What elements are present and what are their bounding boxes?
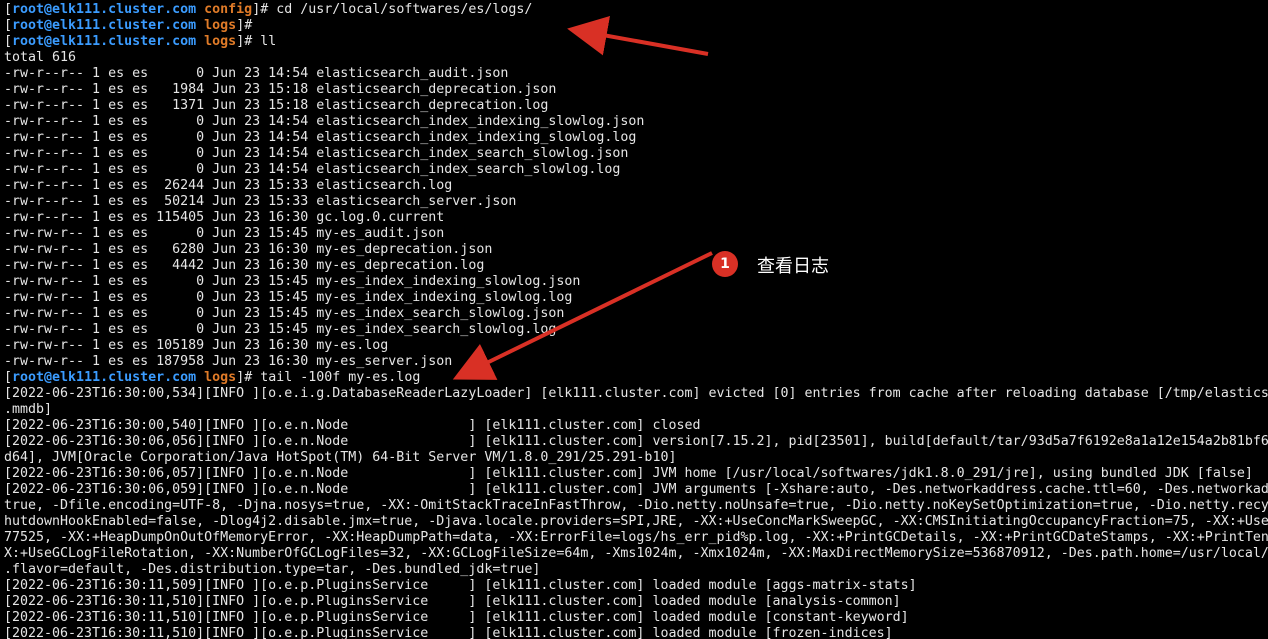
output-line: -rw-rw-r-- 1 es es 187958 Jun 23 16:30 m… (4, 354, 453, 369)
output-line: -rw-rw-r-- 1 es es 0 Jun 23 15:45 my-es_… (4, 322, 557, 337)
prompt-bracket: [ (4, 34, 13, 49)
output-line: total 616 (4, 50, 77, 65)
command-text: cd /usr/local/softwares/es/logs/ (276, 2, 533, 17)
prompt-end: ]# (236, 370, 261, 385)
command-text: tail -100f my-es.log (260, 370, 421, 385)
prompt-bracket: [ (4, 370, 13, 385)
output-line: -rw-r--r-- 1 es es 0 Jun 23 14:54 elasti… (4, 130, 637, 145)
prompt-user: root@elk111.cluster.com (12, 370, 197, 385)
prompt-end: ]# (236, 18, 261, 33)
prompt-dir: logs (204, 18, 237, 33)
output-line: -rw-r--r-- 1 es es 0 Jun 23 14:54 elasti… (4, 162, 621, 177)
output-line: -rw-r--r-- 1 es es 0 Jun 23 14:54 elasti… (4, 66, 509, 81)
prompt-bracket: [ (4, 18, 13, 33)
output-line: -rw-r--r-- 1 es es 26244 Jun 23 15:33 el… (4, 178, 453, 193)
prompt-line: [root@elk111.cluster.com logs]# ll (4, 34, 1268, 50)
command-text: ll (260, 34, 277, 49)
prompt-user: root@elk111.cluster.com (12, 2, 197, 17)
prompt-dir: config (204, 2, 253, 17)
terminal-output[interactable]: [root@elk111.cluster.com config]# cd /us… (4, 2, 1268, 639)
output-line: true, -Dfile.encoding=UTF-8, -Djna.nosys… (4, 498, 1268, 513)
output-line: -rw-rw-r-- 1 es es 0 Jun 23 15:45 my-es_… (4, 226, 445, 241)
output-line: -rw-rw-r-- 1 es es 0 Jun 23 15:45 my-es_… (4, 306, 565, 321)
output-line: -rw-rw-r-- 1 es es 6280 Jun 23 16:30 my-… (4, 242, 493, 257)
output-line: [2022-06-23T16:30:06,059][INFO ][o.e.n.N… (4, 482, 1268, 497)
output-line: d64], JVM[Oracle Corporation/Java HotSpo… (4, 450, 677, 465)
output-line: -rw-r--r-- 1 es es 0 Jun 23 14:54 elasti… (4, 146, 629, 161)
prompt-end: ]# (252, 2, 277, 17)
output-line: .mmdb] (4, 402, 53, 417)
output-line: -rw-r--r-- 1 es es 1984 Jun 23 15:18 ela… (4, 82, 557, 97)
annotation-label: 查看日志 (757, 256, 829, 277)
output-line: [2022-06-23T16:30:00,540][INFO ][o.e.n.N… (4, 418, 701, 433)
output-line: [2022-06-23T16:30:00,534][INFO ][o.e.i.g… (4, 386, 1268, 401)
output-line: 77525, -XX:+HeapDumpOnOutOfMemoryError, … (4, 530, 1268, 545)
output-line: [2022-06-23T16:30:11,510][INFO ][o.e.p.P… (4, 610, 909, 625)
output-line: -rw-r--r-- 1 es es 1371 Jun 23 15:18 ela… (4, 98, 549, 113)
prompt-line: [root@elk111.cluster.com logs]# tail -10… (4, 370, 1268, 386)
output-line: [2022-06-23T16:30:11,510][INFO ][o.e.p.P… (4, 594, 901, 609)
prompt-user: root@elk111.cluster.com (12, 34, 197, 49)
output-line: -rw-r--r-- 1 es es 0 Jun 23 14:54 elasti… (4, 114, 645, 129)
output-line: [2022-06-23T16:30:11,509][INFO ][o.e.p.P… (4, 578, 917, 593)
prompt-dir: logs (204, 34, 237, 49)
output-line: -rw-r--r-- 1 es es 50214 Jun 23 15:33 el… (4, 194, 517, 209)
output-line: [2022-06-23T16:30:06,056][INFO ][o.e.n.N… (4, 434, 1268, 449)
output-line: -rw-r--r-- 1 es es 115405 Jun 23 16:30 g… (4, 210, 445, 225)
output-line: -rw-rw-r-- 1 es es 0 Jun 23 15:45 my-es_… (4, 290, 573, 305)
output-line: [2022-06-23T16:30:06,057][INFO ][o.e.n.N… (4, 466, 1253, 481)
output-line: X:+UseGCLogFileRotation, -XX:NumberOfGCL… (4, 546, 1268, 561)
output-line: [2022-06-23T16:30:11,510][INFO ][o.e.p.P… (4, 626, 893, 639)
annotation-number-badge: 1 (712, 251, 738, 277)
prompt-line: [root@elk111.cluster.com logs]# (4, 18, 1268, 34)
output-line: -rw-rw-r-- 1 es es 4442 Jun 23 16:30 my-… (4, 258, 485, 273)
output-line: -rw-rw-r-- 1 es es 0 Jun 23 15:45 my-es_… (4, 274, 581, 289)
prompt-dir: logs (204, 370, 237, 385)
prompt-line: [root@elk111.cluster.com config]# cd /us… (4, 2, 1268, 18)
output-line: -rw-rw-r-- 1 es es 105189 Jun 23 16:30 m… (4, 338, 389, 353)
prompt-user: root@elk111.cluster.com (12, 18, 197, 33)
prompt-bracket: [ (4, 2, 13, 17)
prompt-end: ]# (236, 34, 261, 49)
output-line: hutdownHookEnabled=false, -Dlog4j2.disab… (4, 514, 1268, 529)
output-line: .flavor=default, -Des.distribution.type=… (4, 562, 541, 577)
